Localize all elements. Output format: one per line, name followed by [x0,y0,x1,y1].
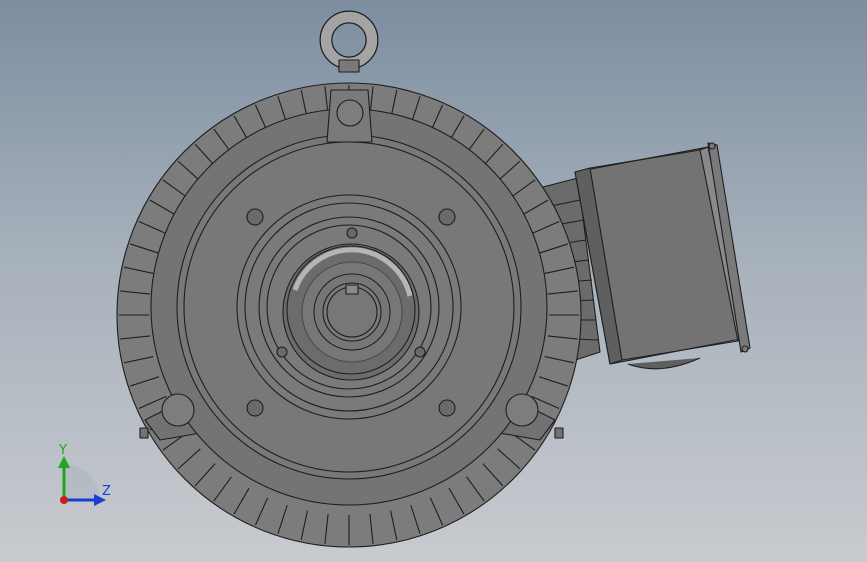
y-axis-label: Y [58,443,67,458]
coordinate-triad: Y Z [58,443,111,506]
right-boss[interactable] [505,393,539,427]
origin-dot [60,496,68,504]
cad-viewport[interactable]: Y Z [0,0,867,562]
top-boss[interactable] [326,89,373,143]
z-axis-label: Z [102,484,111,499]
eye-bolt[interactable] [319,10,379,73]
shaft[interactable] [322,282,382,342]
left-boss[interactable] [161,393,195,427]
keyway [345,284,359,295]
